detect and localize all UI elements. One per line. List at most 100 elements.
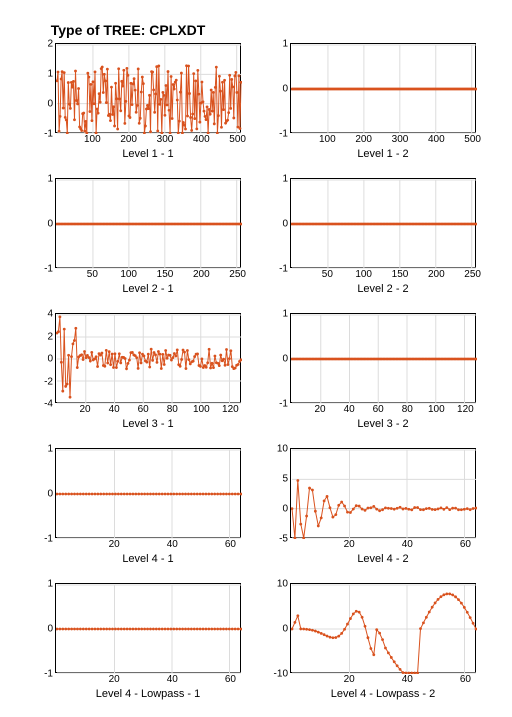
plot-svg — [291, 584, 477, 674]
data-line — [57, 317, 241, 397]
plot-svg — [291, 449, 477, 539]
y-tick: 2 — [47, 39, 53, 50]
x-ticks: 20 40 60 — [291, 674, 475, 688]
x-tick: 60 — [460, 674, 471, 685]
x-tick: 250 — [464, 269, 481, 280]
plot-svg — [291, 314, 477, 404]
x-ticks: 20 40 60 — [56, 674, 240, 688]
x-tick: 40 — [167, 674, 178, 685]
y-tick: -10 — [274, 669, 288, 680]
x-ticks: 204060 — [56, 539, 240, 553]
chart-panel: 204060-101Level 4 - Lowpass - 1 — [55, 583, 241, 673]
x-ticks: 50100150200250 — [291, 269, 475, 283]
x-tick: 120 — [222, 404, 239, 415]
x-tick: 80 — [402, 404, 413, 415]
x-tick: 100 — [84, 134, 101, 145]
axes: 20406080100120-101Level 3 - 2 — [290, 313, 476, 403]
axes: 100200300400500-1012Level 1 - 1 — [55, 43, 241, 133]
y-tick: 2 — [47, 331, 53, 342]
plot-svg — [56, 449, 242, 539]
y-tick: 4 — [47, 309, 53, 320]
x-tick: 60 — [225, 674, 236, 685]
x-tick: 60 — [138, 404, 149, 415]
y-tick: 1 — [47, 579, 53, 590]
x-tick: 20 — [109, 674, 120, 685]
y-tick: 0 — [47, 354, 53, 365]
axes: 50100150200250-101Level 2 - 2 — [290, 178, 476, 268]
x-tick: 50 — [87, 269, 98, 280]
y-ticks: -101 — [256, 314, 288, 402]
x-label: Level 4 - Lowpass - 2 — [291, 688, 475, 700]
x-tick: 50 — [322, 269, 333, 280]
y-tick: 1 — [47, 444, 53, 455]
y-tick: 0 — [47, 624, 53, 635]
x-tick: 120 — [457, 404, 474, 415]
x-label: Level 3 - 1 — [56, 418, 240, 430]
x-ticks: 20406080100120 — [291, 404, 475, 418]
x-tick: 80 — [167, 404, 178, 415]
chart-panel: 204060-50510Level 4 - 2 — [290, 448, 476, 538]
plot-svg — [291, 44, 477, 134]
x-tick: 200 — [355, 134, 372, 145]
x-ticks: 20406080100120 — [56, 404, 240, 418]
page-title: Type of TREE: CPLXDT — [0, 22, 256, 38]
x-tick: 500 — [229, 134, 246, 145]
x-tick: 100 — [193, 404, 210, 415]
y-tick: 0 — [282, 84, 288, 95]
x-tick: 40 — [402, 674, 413, 685]
y-ticks: -1012 — [21, 44, 53, 132]
y-tick: 1 — [47, 69, 53, 80]
x-ticks: 100200300400500 — [291, 134, 475, 148]
y-tick: 1 — [282, 39, 288, 50]
x-tick: 20 — [344, 674, 355, 685]
x-label: Level 2 - 1 — [56, 283, 240, 295]
x-tick: 500 — [464, 134, 481, 145]
y-ticks: -10010 — [256, 584, 288, 672]
y-ticks: -101 — [256, 44, 288, 132]
chart-panel: 100200300400500-101Level 1 - 2 — [290, 43, 476, 133]
chart-panel: 204060-10010Level 4 - Lowpass - 2 — [290, 583, 476, 673]
plot-svg — [56, 584, 242, 674]
y-tick: -1 — [279, 129, 288, 140]
y-tick: 0 — [47, 219, 53, 230]
y-tick: 0 — [47, 489, 53, 500]
y-tick: 0 — [282, 354, 288, 365]
y-ticks: -101 — [21, 449, 53, 537]
x-label: Level 1 - 1 — [56, 148, 240, 160]
x-tick: 150 — [392, 269, 409, 280]
y-tick: -1 — [44, 534, 53, 545]
x-tick: 200 — [193, 269, 210, 280]
x-tick: 200 — [120, 134, 137, 145]
chart-panel: 100200300400500-1012Level 1 - 1 — [55, 43, 241, 133]
y-tick: -5 — [279, 534, 288, 545]
y-ticks: -4-2024 — [21, 314, 53, 402]
x-tick: 60 — [460, 539, 471, 550]
y-ticks: -101 — [21, 179, 53, 267]
y-tick: -2 — [44, 376, 53, 387]
x-tick: 100 — [428, 404, 445, 415]
y-tick: 1 — [47, 174, 53, 185]
axes: 204060-101Level 4 - 1 — [55, 448, 241, 538]
x-tick: 60 — [373, 404, 384, 415]
y-tick: -1 — [44, 264, 53, 275]
y-tick: -4 — [44, 399, 53, 410]
y-tick: -1 — [279, 264, 288, 275]
x-ticks: 100200300400500 — [56, 134, 240, 148]
x-label: Level 2 - 2 — [291, 283, 475, 295]
chart-panel: 50100150200250-101Level 2 - 2 — [290, 178, 476, 268]
data-line — [292, 594, 476, 673]
x-tick: 300 — [157, 134, 174, 145]
x-tick: 400 — [193, 134, 210, 145]
x-ticks: 50100150200250 — [56, 269, 240, 283]
x-tick: 250 — [229, 269, 246, 280]
x-tick: 20 — [315, 404, 326, 415]
axes: 50100150200250-101Level 2 - 1 — [55, 178, 241, 268]
x-tick: 400 — [428, 134, 445, 145]
x-tick: 200 — [428, 269, 445, 280]
y-ticks: -101 — [21, 584, 53, 672]
x-tick: 100 — [319, 134, 336, 145]
y-ticks: -50510 — [256, 449, 288, 537]
x-label: Level 4 - 2 — [291, 553, 475, 565]
x-label: Level 4 - 1 — [56, 553, 240, 565]
y-tick: 10 — [277, 579, 288, 590]
